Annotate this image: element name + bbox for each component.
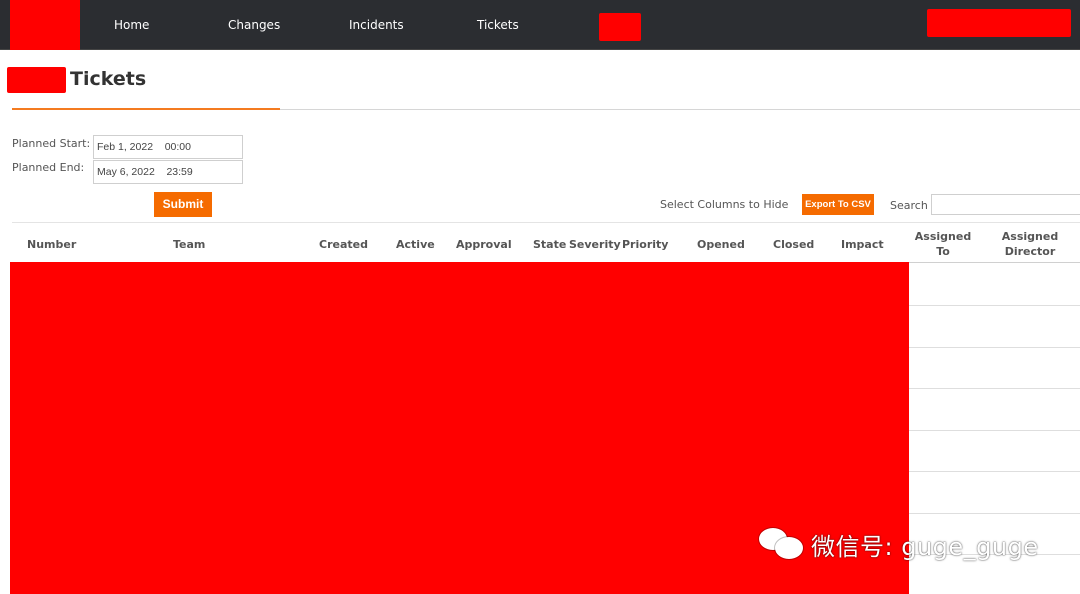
title-divider-accent: [12, 108, 280, 110]
export-csv-button[interactable]: Export To CSV: [802, 194, 874, 215]
table-top-divider: [12, 222, 1080, 223]
submit-button[interactable]: Submit: [154, 192, 212, 217]
column-header-assigned-to[interactable]: Assigned To: [913, 229, 973, 259]
search-label: Search: [890, 199, 928, 212]
redacted-user-menu[interactable]: [927, 9, 1071, 37]
column-header-impact[interactable]: Impact: [841, 238, 884, 251]
planned-start-input[interactable]: [93, 135, 243, 159]
nav-tickets[interactable]: Tickets: [477, 18, 519, 32]
table-row-divider: [909, 347, 1080, 348]
column-header-active[interactable]: Active: [396, 238, 435, 251]
nav-home[interactable]: Home: [114, 18, 149, 32]
table-row-divider: [909, 430, 1080, 431]
redacted-nav-item[interactable]: [599, 13, 641, 41]
planned-end-label: Planned End:: [12, 161, 85, 174]
wechat-icon: [757, 524, 807, 564]
table-row-divider: [909, 388, 1080, 389]
table-row-divider: [909, 471, 1080, 472]
column-header-approval[interactable]: Approval: [456, 238, 512, 251]
table-row-divider: [909, 513, 1080, 514]
column-header-state[interactable]: State: [533, 238, 566, 251]
column-header-closed[interactable]: Closed: [773, 238, 814, 251]
watermark-text: 微信号: guge_guge: [811, 532, 1039, 561]
column-header-assigned-director[interactable]: Assigned Director: [996, 229, 1064, 259]
column-header-created[interactable]: Created: [319, 238, 368, 251]
column-header-team[interactable]: Team: [173, 238, 205, 251]
watermark: 微信号: guge_guge: [757, 524, 1039, 564]
column-header-severity[interactable]: Severity: [569, 238, 621, 251]
redacted-logo[interactable]: [10, 0, 80, 50]
nav-changes[interactable]: Changes: [228, 18, 280, 32]
search-input[interactable]: [931, 194, 1080, 215]
page-title: Tickets: [70, 68, 147, 90]
column-header-number[interactable]: Number: [27, 238, 76, 251]
planned-start-label: Planned Start:: [12, 137, 91, 150]
column-header-opened[interactable]: Opened: [697, 238, 745, 251]
column-header-priority[interactable]: Priority: [622, 238, 668, 251]
top-navbar: Home Changes Incidents Tickets: [0, 0, 1080, 50]
nav-incidents[interactable]: Incidents: [349, 18, 404, 32]
planned-end-input[interactable]: [93, 160, 243, 184]
select-columns-to-hide[interactable]: Select Columns to Hide: [660, 198, 788, 211]
table-row-divider: [909, 305, 1080, 306]
redacted-title-prefix: [7, 67, 66, 93]
